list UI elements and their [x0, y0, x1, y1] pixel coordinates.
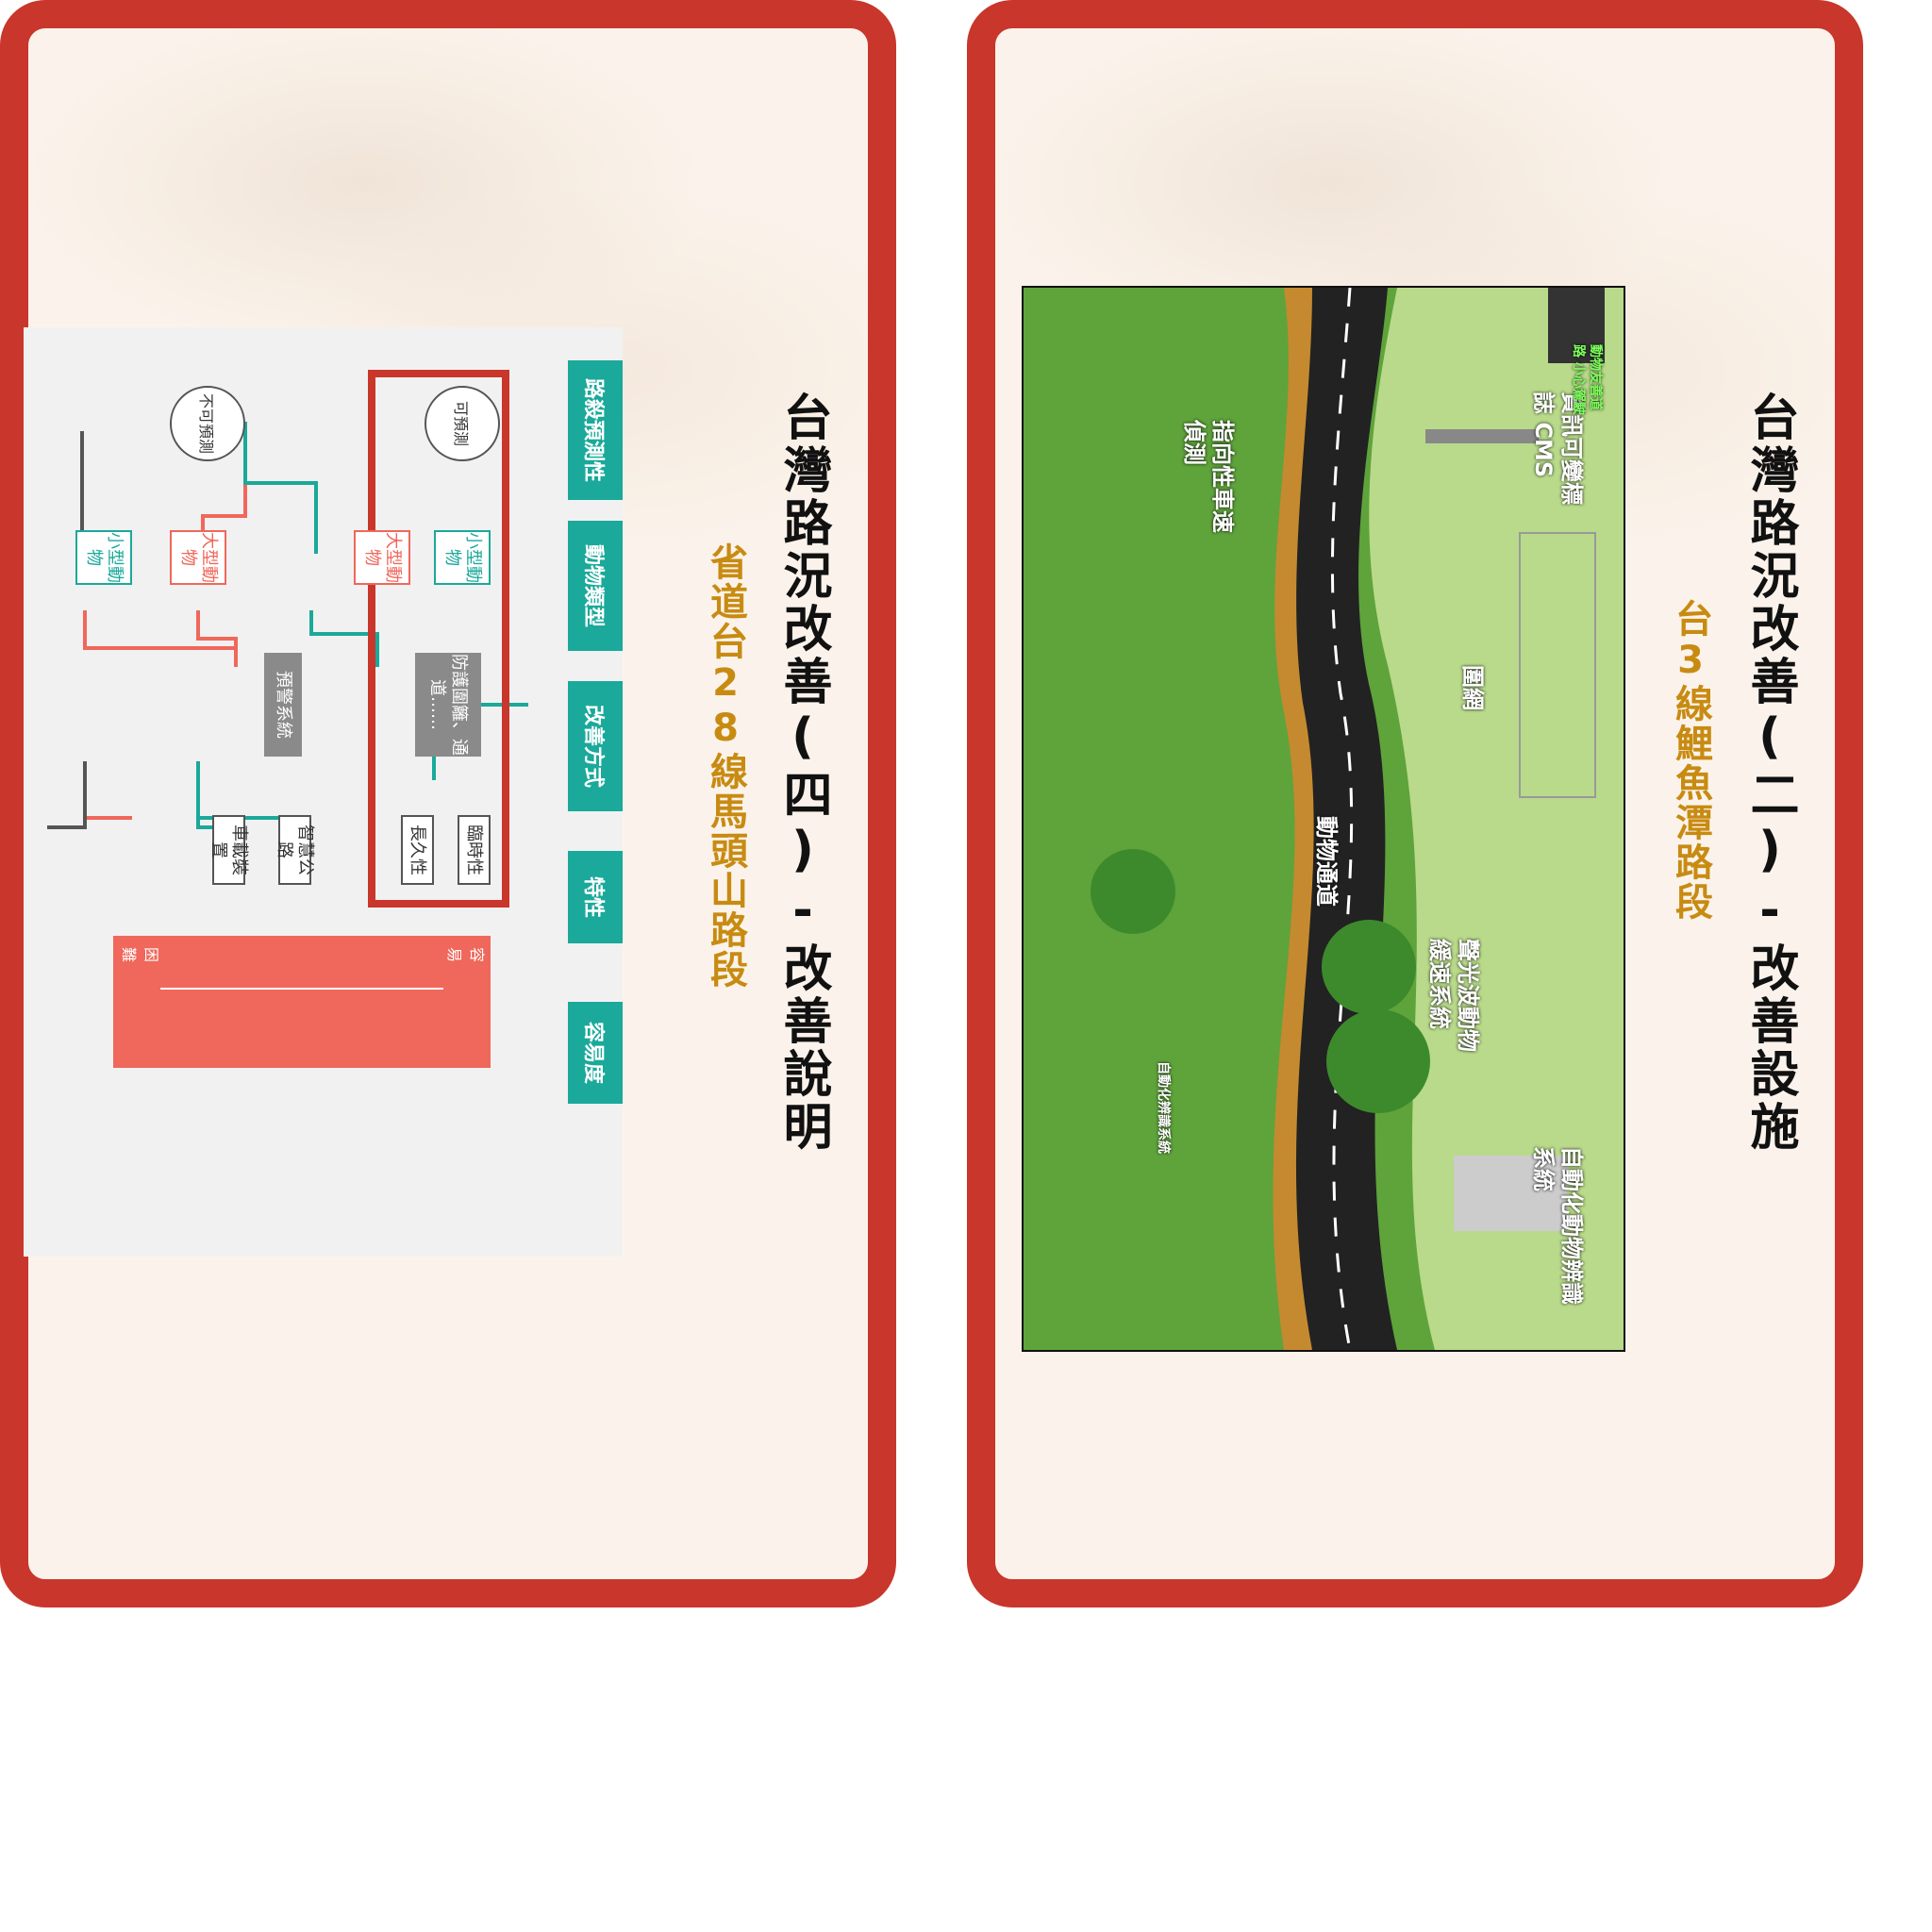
large-animal-box: 大型動物 [354, 530, 410, 585]
ease-bar [113, 936, 491, 1068]
speed-detect-label: 指向性車速偵測 [1181, 420, 1236, 533]
fence-label: 圍網 [1459, 665, 1486, 710]
hard-label: 困難 [120, 946, 160, 962]
road-illustration: 資訊可變標誌 CMS 動物友善道路 小心駕駛 指向性車速偵測 圍網 動物通道 聲… [1022, 286, 1625, 1352]
card-subtitle: 台3線鯉魚潭路段 [1669, 599, 1712, 922]
vehicle-device-box: 車載裝置 [209, 815, 249, 885]
warning-system-box: 預警系統 [264, 653, 302, 757]
fence-passage-box: 防護圍籬、通道…… [415, 653, 481, 757]
roadkill-diagram: 路殺預測性 動物類型 改善方式 特性 容易度 可預測 不可預測 小型動物 大型動… [24, 327, 623, 1257]
large-animal-box-2: 大型動物 [170, 530, 226, 585]
sound-light-label: 聲光波動物緩速系統 [1426, 939, 1481, 1052]
temporary-box: 臨時性 [458, 815, 491, 885]
diagram-connectors [47, 422, 528, 829]
arrow-line [160, 988, 443, 990]
small-auto-id-label: 自動化辨識系統 [1156, 1061, 1171, 1154]
permanent-box: 長久性 [401, 815, 434, 885]
smart-road-box: 智慧公路 [275, 815, 315, 885]
easy-label: 容易 [445, 946, 486, 962]
cms-sign-text: 動物友善道路 小心駕駛 [1571, 344, 1604, 415]
animal-passage-label: 動物通道 [1313, 816, 1340, 907]
small-animal-box: 小型動物 [434, 530, 491, 585]
card-subtitle: 省道台28線馬頭山路段 [704, 542, 747, 990]
card-title: 台灣路況改善(四)-改善說明 [774, 391, 831, 1154]
predictable-circle: 可預測 [425, 386, 500, 461]
card-title: 台灣路況改善(二)-改善設施 [1741, 391, 1798, 1154]
auto-id-label: 自動化動物辨識系統 [1530, 1146, 1585, 1305]
small-animal-box-2: 小型動物 [75, 530, 132, 585]
unpredictable-circle: 不可預測 [170, 386, 245, 461]
